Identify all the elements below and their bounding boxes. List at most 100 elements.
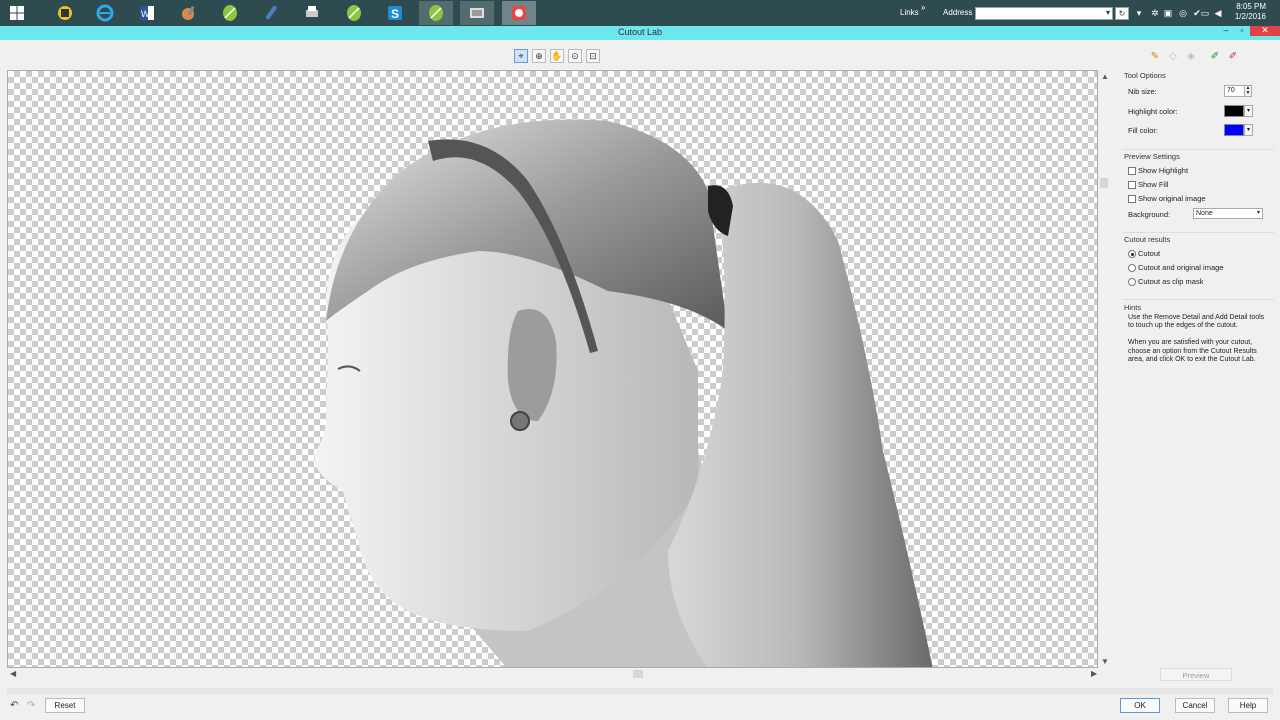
address-dropdown-icon[interactable]: ▾ — [1106, 8, 1110, 17]
photo-viewer-icon[interactable] — [460, 1, 494, 25]
pencil-icon[interactable] — [254, 1, 288, 25]
hints-heading: Hints — [1124, 303, 1142, 312]
highlighter-tool-icon[interactable]: ✎ — [1148, 50, 1162, 64]
fill-color-label: Fill color: — [1128, 126, 1159, 135]
horizontal-scrollbar[interactable]: ◀ ▶ — [7, 668, 1110, 680]
show-original-checkbox[interactable]: Show original image — [1128, 194, 1206, 203]
background-value: None — [1196, 210, 1213, 217]
cancel-button[interactable]: Cancel — [1175, 698, 1215, 713]
highlight-color-swatch[interactable] — [1224, 105, 1244, 117]
hints-paragraph-2: When you are satisfied with your cutout,… — [1128, 339, 1257, 363]
horizontal-scroll-thumb[interactable] — [633, 670, 643, 678]
nib-size-label: Nib size: — [1128, 87, 1157, 96]
divider — [1122, 299, 1274, 300]
scroll-down-icon[interactable]: ▼ — [1101, 657, 1109, 666]
result-cutout-original-radio[interactable]: Cutout and original image — [1128, 263, 1223, 272]
help-button[interactable]: Help — [1228, 698, 1268, 713]
result-cutout-label: Cutout — [1138, 249, 1161, 258]
corel-leaf-icon-3[interactable] — [419, 1, 453, 25]
result-cutout-radio[interactable]: Cutout — [1128, 249, 1160, 258]
vertical-scroll-thumb[interactable] — [1100, 178, 1108, 188]
screen-recorder-icon[interactable] — [502, 1, 536, 25]
address-label: Address — [943, 8, 973, 17]
background-select[interactable]: None ▾ — [1193, 208, 1263, 219]
pan-hand-icon[interactable]: ✋ — [550, 49, 564, 63]
bottom-divider — [7, 688, 1273, 694]
ok-button[interactable]: OK — [1120, 698, 1160, 713]
result-clip-mask-radio[interactable]: Cutout as clip mask — [1128, 277, 1203, 286]
highlight-color-dropdown-icon[interactable]: ▾ — [1244, 105, 1253, 117]
background-label: Background: — [1128, 210, 1171, 219]
tray-chevron-icon[interactable]: ▾ — [1134, 8, 1144, 18]
add-detail-tool-icon[interactable]: ✐ — [1208, 50, 1222, 64]
cutout-photo — [314, 119, 933, 667]
divider — [1122, 149, 1274, 150]
tool-options-heading: Tool Options — [1124, 71, 1166, 80]
tray-sync-icon[interactable]: ◎ — [1178, 8, 1188, 18]
cutout-preview-canvas[interactable] — [7, 70, 1098, 668]
zoom-select-tool-icon[interactable]: ⌖ — [514, 49, 528, 63]
result-cutout-original-label: Cutout and original image — [1138, 263, 1224, 272]
nib-size-spinner[interactable]: ▲ ▼ — [1244, 85, 1252, 97]
tray-volume-icon[interactable]: ◀ — [1213, 8, 1223, 18]
preview-settings-heading: Preview Settings — [1124, 152, 1180, 161]
chevron-down-icon: ▾ — [1256, 210, 1260, 216]
fill-color-swatch[interactable] — [1224, 124, 1244, 136]
skype-icon[interactable]: S — [378, 1, 412, 25]
undo-icon[interactable]: ↶ — [10, 700, 18, 711]
maximize-icon[interactable]: ▫ — [1234, 26, 1250, 36]
highlight-color-label: Highlight color: — [1128, 107, 1178, 116]
reset-button[interactable]: Reset — [45, 698, 85, 713]
remove-detail-tool-icon[interactable]: ✐ — [1226, 50, 1240, 64]
corel-leaf-icon[interactable] — [213, 1, 247, 25]
minimize-icon[interactable]: – — [1218, 26, 1234, 36]
start-icon[interactable] — [0, 1, 34, 25]
internet-explorer-icon[interactable] — [88, 1, 122, 25]
clock-time: 8:05 PM — [1236, 2, 1266, 11]
zoom-to-fit-icon[interactable]: ⊡ — [586, 49, 600, 63]
printer-icon[interactable] — [295, 1, 329, 25]
show-fill-checkbox[interactable]: Show Fill — [1128, 180, 1168, 189]
divider — [1122, 232, 1274, 233]
taskbar-clock[interactable]: 8:05 PM 1/2/2016 — [1235, 2, 1266, 22]
tray-network-icon[interactable]: ▣ — [1163, 8, 1173, 18]
tray-monitor-icon[interactable]: ▭ — [1200, 8, 1210, 18]
show-fill-label: Show Fill — [1138, 180, 1169, 189]
close-icon[interactable]: ✕ — [1250, 26, 1280, 36]
hints-text: Use the Remove Detail and Add Detail too… — [1128, 314, 1268, 364]
tool-options-panel: ✎ ◇ ◈ ✐ ✐ Tool Options Nib size: 70 ▲ ▼ H… — [1118, 46, 1280, 686]
show-highlight-label: Show Highlight — [1138, 166, 1189, 175]
links-label[interactable]: Links — [900, 8, 919, 17]
result-clip-mask-label: Cutout as clip mask — [1138, 277, 1204, 286]
address-input[interactable]: ▾ — [975, 7, 1113, 20]
address-refresh-icon[interactable]: ↻ — [1115, 7, 1129, 20]
cutout-results-heading: Cutout results — [1124, 235, 1171, 244]
svg-text:S: S — [391, 7, 399, 21]
scanner-icon[interactable] — [48, 1, 82, 25]
fill-color-dropdown-icon[interactable]: ▾ — [1244, 124, 1253, 136]
eraser-tool-icon[interactable]: ◇ — [1166, 50, 1180, 64]
show-original-label: Show original image — [1138, 194, 1206, 203]
hints-paragraph-1: Use the Remove Detail and Add Detail too… — [1128, 314, 1265, 330]
taskbar: W S Links » Address ▾ ↻ ▾ ✲ ▣ ◎ ✔ ▭ ◀ 8:… — [0, 0, 1280, 26]
window-title: Cutout Lab — [617, 27, 663, 37]
scroll-left-icon[interactable]: ◀ — [10, 669, 16, 678]
scroll-right-icon[interactable]: ▶ — [1091, 669, 1097, 678]
show-highlight-checkbox[interactable]: Show Highlight — [1128, 166, 1188, 175]
nib-size-input[interactable]: 70 — [1224, 85, 1246, 97]
vertical-scrollbar[interactable]: ▲ ▼ — [1098, 70, 1110, 668]
paint-icon[interactable] — [172, 1, 206, 25]
redo-icon[interactable]: ↷ — [27, 700, 35, 711]
corel-leaf-icon-2[interactable] — [337, 1, 371, 25]
zoom-in-icon[interactable]: ⊕ — [532, 49, 546, 63]
preview-button[interactable]: Preview — [1160, 668, 1232, 681]
svg-text:W: W — [141, 9, 150, 19]
scroll-up-icon[interactable]: ▲ — [1101, 72, 1109, 81]
links-chevron-icon[interactable]: » — [921, 3, 925, 12]
word-icon[interactable]: W — [130, 1, 164, 25]
tray-gear-icon[interactable]: ✲ — [1150, 8, 1160, 18]
flood-fill-tool-icon[interactable]: ◈ — [1184, 50, 1198, 64]
clock-date: 1/2/2016 — [1234, 12, 1266, 21]
window-titlebar: Cutout Lab – ▫ ✕ — [0, 26, 1280, 40]
zoom-one-to-one-icon[interactable]: ⊙ — [568, 49, 582, 63]
